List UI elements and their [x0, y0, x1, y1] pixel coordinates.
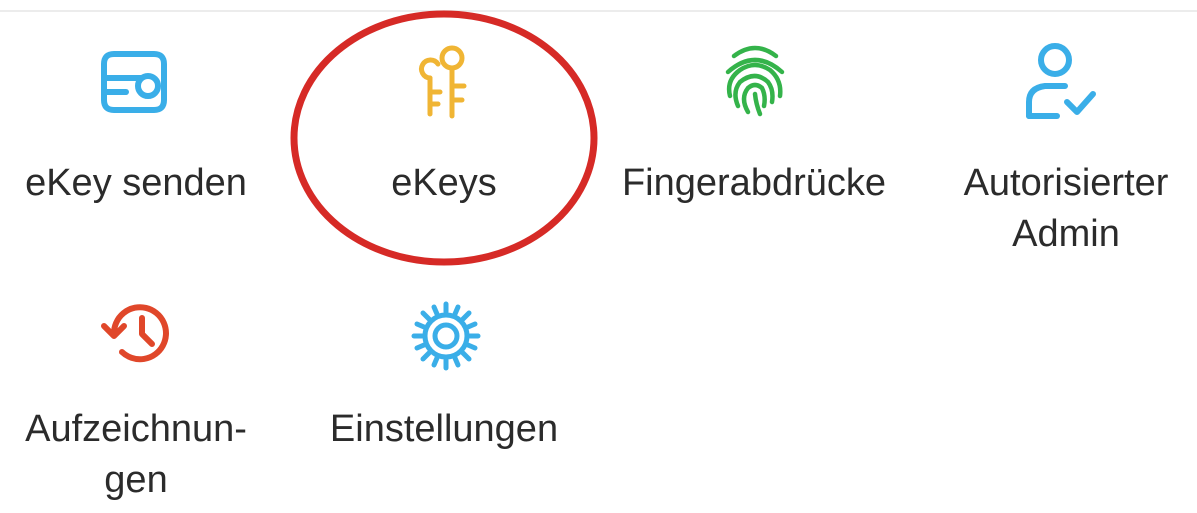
menu-item-label: Aufzeichnun- gen	[25, 408, 247, 501]
menu-item-label: eKey senden	[25, 162, 247, 204]
menu-item-ekeys[interactable]: eKeys	[308, 40, 580, 220]
menu-item-ekey-senden[interactable]: eKey senden	[0, 40, 272, 220]
menu-item-einstellungen[interactable]: Einstellungen	[308, 300, 580, 480]
menu-item-label: Einstellungen	[329, 408, 559, 450]
menu-item-label: eKeys	[391, 162, 497, 204]
menu-item-aufzeichnungen[interactable]: Aufzeichnun- gen	[0, 300, 272, 510]
key-card-icon	[101, 51, 167, 113]
menu-item-autorisierter-admin[interactable]: Autorisierter Admin	[935, 40, 1197, 270]
gear-icon	[411, 301, 481, 371]
fingerprint-icon	[725, 45, 785, 117]
menu-item-fingerabdruecke[interactable]: Fingerabdrücke	[598, 40, 910, 220]
user-check-icon	[1026, 43, 1096, 119]
top-divider	[0, 10, 1197, 12]
history-icon	[101, 304, 169, 363]
menu-item-label: Fingerabdrücke	[621, 162, 887, 204]
keys-icon	[419, 45, 467, 119]
menu-item-label: Autorisierter Admin	[963, 162, 1169, 255]
